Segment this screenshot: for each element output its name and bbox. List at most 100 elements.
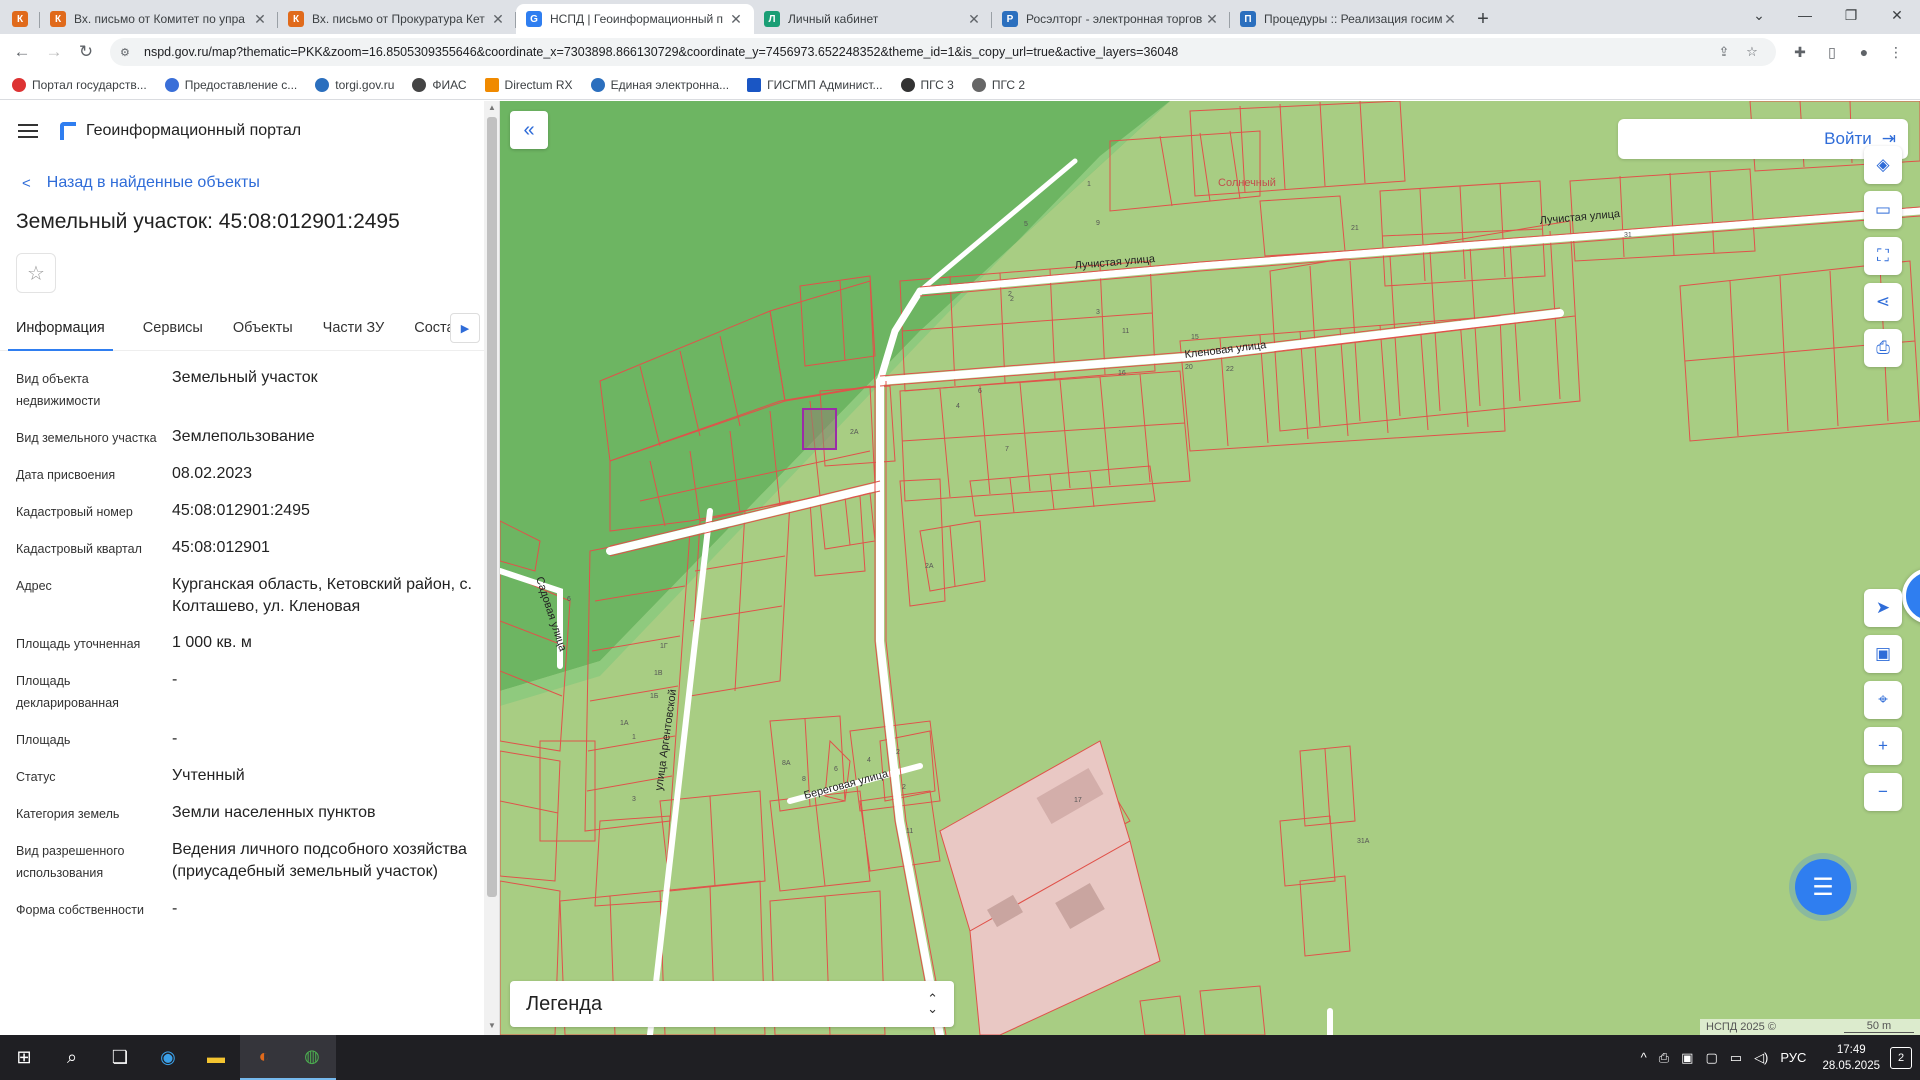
attribute-value: Землепользование — [172, 428, 315, 445]
bookmark-item[interactable]: ГИСГМП Админист... — [747, 77, 883, 92]
tabs-scroll-right-icon[interactable]: ▶ — [450, 313, 480, 343]
tab-favicon: Л — [764, 11, 780, 27]
tab-close-icon[interactable]: ✕ — [252, 11, 268, 28]
tab-parcel-parts[interactable]: Части ЗУ — [323, 305, 385, 351]
bookmark-star-icon[interactable]: ☆ — [1738, 44, 1766, 60]
tray-app-icon[interactable]: ▣ — [1681, 1050, 1693, 1066]
meet-icon[interactable]: ▢ — [1705, 1050, 1717, 1066]
extensions-icon[interactable]: ✚ — [1784, 38, 1816, 66]
zoom-out-icon[interactable]: − — [1864, 773, 1902, 811]
browser-tab[interactable]: Р Росэлторг - электронная торгов ✕ — [992, 4, 1230, 34]
back-arrow-icon[interactable]: ← — [8, 38, 36, 66]
tab-close-icon[interactable]: ✕ — [1442, 11, 1458, 28]
selected-parcel[interactable] — [802, 408, 837, 450]
parcel-label: 4 — [956, 403, 960, 410]
bookmark-favicon — [12, 77, 26, 92]
share-icon[interactable]: ⋖ — [1864, 283, 1902, 321]
profile-avatar-icon[interactable]: ● — [1848, 38, 1880, 66]
bookmark-item[interactable]: Единая электронна... — [590, 77, 729, 92]
attribute-row: Форма собственности - — [16, 898, 499, 921]
tab-close-icon[interactable]: ✕ — [728, 11, 744, 28]
map-canvas[interactable]: Лучистая улица Лучистая улица Кленовая у… — [500, 101, 1920, 1035]
bookmark-item[interactable]: torgi.gov.ru — [315, 77, 394, 92]
clock[interactable]: 17:49 28.05.2025 — [1822, 1042, 1880, 1074]
browser-tab[interactable]: К Вх. письмо от Комитет по упра ✕ — [40, 4, 278, 34]
panel-header: Геоинформационный портал — [0, 101, 499, 161]
close-window-icon[interactable]: ✕ — [1874, 0, 1920, 30]
app-icon[interactable]: ◐ — [240, 1035, 288, 1080]
restore-icon[interactable]: ❐ — [1828, 0, 1874, 30]
browser-tab[interactable]: К Вх. письмо от Прокуратура Кет ✕ — [278, 4, 516, 34]
search-point-icon[interactable]: ⌖ — [1864, 681, 1902, 719]
parcel-label: 11 — [906, 828, 913, 835]
bookmark-favicon — [484, 77, 499, 92]
collapse-panel-icon[interactable]: « — [510, 111, 548, 149]
bookmark-item[interactable]: ПГС 2 — [971, 77, 1025, 92]
street-label: Лучистая улица — [1539, 208, 1621, 227]
legend-label: Легенда — [526, 992, 603, 1015]
site-info-icon[interactable]: ⚙ — [120, 46, 136, 59]
start-icon[interactable]: ⊞ — [0, 1035, 48, 1080]
share-page-icon[interactable]: ⇪ — [1710, 44, 1738, 60]
side-panel-icon[interactable]: ▯ — [1816, 38, 1848, 66]
attribute-key: Дата присвоения — [16, 468, 116, 482]
legend-dropdown[interactable]: Легенда ⌃ ⌄ — [510, 981, 954, 1027]
panel-scrollbar[interactable]: ▲ ▼ — [484, 101, 499, 1035]
file-explorer-icon[interactable]: ▬ — [192, 1035, 240, 1080]
url-text[interactable]: nspd.gov.ru/map?thematic=PKK&zoom=16.850… — [144, 45, 1710, 59]
tab-close-icon[interactable]: ✕ — [966, 11, 982, 28]
scrollbar-thumb[interactable] — [487, 117, 497, 897]
printer-icon[interactable]: ⎙ — [1659, 1050, 1669, 1066]
new-tab-icon[interactable]: + — [1468, 4, 1498, 34]
bookmark-item[interactable]: Предоставление с... — [164, 77, 297, 92]
tab-composition[interactable]: Соста — [414, 305, 454, 351]
ruler-icon[interactable]: ▭ — [1864, 191, 1902, 229]
parcel-label: 8 — [802, 776, 806, 783]
tab-search-icon[interactable]: ⌄ — [1736, 0, 1782, 30]
parcel-label: 1В — [654, 670, 663, 677]
bookmark-label: ФИАС — [432, 77, 467, 92]
browser-menu-icon[interactable]: ⋮ — [1880, 38, 1912, 66]
pinned-tab[interactable]: К — [0, 4, 40, 34]
network-icon[interactable]: ▭ — [1730, 1050, 1742, 1066]
tab-services[interactable]: Сервисы — [143, 305, 203, 351]
tab-objects[interactable]: Объекты — [233, 305, 293, 351]
browser-tab[interactable]: П Процедуры :: Реализация госим ✕ — [1230, 4, 1468, 34]
tab-close-icon[interactable]: ✕ — [1204, 11, 1220, 28]
tab-close-icon[interactable]: ✕ — [490, 11, 506, 28]
attribute-key: Адрес — [16, 579, 52, 593]
notification-center-icon[interactable]: 2 — [1890, 1046, 1912, 1069]
bookmark-item[interactable]: Портал государств... — [12, 77, 147, 92]
tab-information[interactable]: Информация — [8, 305, 113, 351]
browser-tab[interactable]: Л Личный кабинет ✕ — [754, 4, 992, 34]
bookmark-item[interactable]: ПГС 3 — [900, 77, 954, 92]
search-icon[interactable]: ⌕ — [48, 1035, 96, 1080]
back-to-results-link[interactable]: < Назад в найденные объекты — [0, 161, 499, 205]
bookmark-item[interactable]: ФИАС — [412, 77, 467, 92]
minimap-icon[interactable]: ▣ — [1864, 635, 1902, 673]
chrome-icon[interactable]: ◍ — [288, 1035, 336, 1080]
bookmark-item[interactable]: Directum RX — [484, 77, 573, 92]
browser-toolbar: ← → ↻ ⚙ nspd.gov.ru/map?thematic=PKK&zoo… — [0, 34, 1920, 70]
scroll-up-icon[interactable]: ▲ — [488, 103, 496, 112]
reload-icon[interactable]: ↻ — [72, 38, 100, 66]
geolocation-icon[interactable]: ➤ — [1864, 589, 1902, 627]
minimize-icon[interactable]: — — [1782, 0, 1828, 30]
tray-expand-icon[interactable]: ^ — [1641, 1050, 1647, 1065]
parcel-label: 2 — [1010, 296, 1014, 303]
browser-tab-active[interactable]: G НСПД | Геоинформационный п ✕ — [516, 4, 754, 34]
volume-icon[interactable]: ◁) — [1754, 1050, 1768, 1066]
edge-icon[interactable]: ◉ — [144, 1035, 192, 1080]
forward-arrow-icon[interactable]: → — [40, 38, 68, 66]
layers-icon[interactable]: ◈ — [1864, 146, 1902, 184]
scroll-down-icon[interactable]: ▼ — [488, 1021, 496, 1030]
menu-icon[interactable] — [18, 120, 38, 142]
address-bar[interactable]: ⚙ nspd.gov.ru/map?thematic=PKK&zoom=16.8… — [110, 38, 1776, 66]
language-indicator[interactable]: РУС — [1780, 1050, 1806, 1065]
area-select-icon[interactable]: ⛶ — [1864, 237, 1902, 275]
zoom-in-icon[interactable]: + — [1864, 727, 1902, 765]
task-view-icon[interactable]: ❏ — [96, 1035, 144, 1080]
favorite-star-icon[interactable]: ☆ — [16, 253, 56, 293]
chat-icon[interactable]: ☰ — [1795, 859, 1851, 915]
print-icon[interactable]: ⎙ — [1864, 329, 1902, 367]
